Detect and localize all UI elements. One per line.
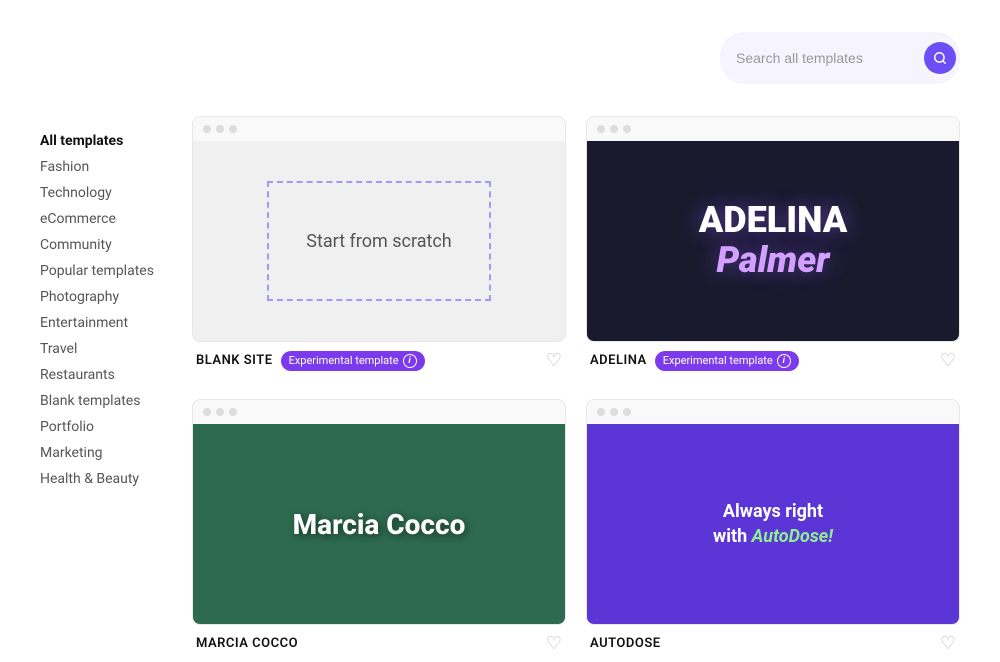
template-name: MARCIA COCCO [196, 636, 298, 651]
template-meta: AUTODOSE ♡ [586, 625, 960, 662]
template-meta-left: MARCIA COCCO [196, 636, 298, 651]
template-meta-left: ADELINA Experimental template i [590, 351, 799, 371]
marcia-preview: Marcia Cocco [193, 424, 565, 624]
template-meta-left: AUTODOSE [590, 636, 661, 651]
experimental-label: Experimental template [289, 354, 399, 367]
search-button[interactable] [924, 42, 956, 74]
template-name: AUTODOSE [590, 636, 661, 651]
sidebar-item-portfolio[interactable]: Portfolio [40, 414, 160, 440]
sidebar-item-blank[interactable]: Blank templates [40, 388, 160, 414]
sidebar-item-photography[interactable]: Photography [40, 284, 160, 310]
experimental-badge: Experimental template i [281, 351, 425, 371]
dot [597, 408, 605, 416]
dot [229, 125, 237, 133]
search-icon [933, 51, 947, 65]
favorite-button[interactable]: ♡ [940, 633, 956, 654]
dot [203, 125, 211, 133]
sidebar-item-ecommerce[interactable]: eCommerce [40, 206, 160, 232]
template-name: BLANK SITE [196, 353, 273, 368]
template-thumbnail-blank[interactable]: Start from scratch [192, 116, 566, 342]
favorite-button[interactable]: ♡ [546, 633, 562, 654]
template-thumbnail-autodose[interactable]: Always rightwith AutoDose! [586, 399, 960, 625]
favorite-button[interactable]: ♡ [546, 350, 562, 371]
template-name: ADELINA [590, 353, 647, 368]
template-card-autodose: Always rightwith AutoDose! AUTODOSE ♡ [586, 399, 960, 662]
dots-row [193, 400, 565, 424]
blank-site-label: Start from scratch [306, 231, 451, 252]
template-thumbnail-adelina[interactable]: ADELINAPalmer [586, 116, 960, 342]
sidebar-item-restaurants[interactable]: Restaurants [40, 362, 160, 388]
sidebar-item-health[interactable]: Health & Beauty [40, 466, 160, 492]
marcia-title: Marcia Cocco [293, 508, 466, 541]
template-thumbnail-marcia[interactable]: Marcia Cocco [192, 399, 566, 625]
dot [597, 125, 605, 133]
dot [216, 125, 224, 133]
dot [610, 408, 618, 416]
templates-grid: Start from scratch BLANK SITE Experiment… [192, 116, 960, 662]
dots-row [193, 117, 565, 141]
blank-site-inner: Start from scratch [267, 181, 490, 301]
template-card-blank-site: Start from scratch BLANK SITE Experiment… [192, 116, 566, 379]
dot [203, 408, 211, 416]
dots-row [587, 400, 959, 424]
adelina-title: ADELINAPalmer [699, 201, 847, 280]
sidebar-item-all[interactable]: All templates [40, 128, 160, 154]
adelina-preview: ADELINAPalmer [587, 141, 959, 341]
blank-site-preview: Start from scratch [193, 141, 565, 341]
dot [216, 408, 224, 416]
template-card-adelina: ADELINAPalmer ADELINA Experimental templ… [586, 116, 960, 379]
sidebar-item-entertainment[interactable]: Entertainment [40, 310, 160, 336]
experimental-badge: Experimental template i [655, 351, 799, 371]
sidebar-item-technology[interactable]: Technology [40, 180, 160, 206]
template-card-marcia: Marcia Cocco MARCIA COCCO ♡ [192, 399, 566, 662]
template-meta: MARCIA COCCO ♡ [192, 625, 566, 662]
search-input[interactable] [736, 50, 916, 66]
dot [623, 408, 631, 416]
sidebar-item-popular[interactable]: Popular templates [40, 258, 160, 284]
info-icon: i [403, 354, 417, 368]
dot [610, 125, 618, 133]
autodose-title: Always rightwith AutoDose! [713, 499, 833, 549]
dot [229, 408, 237, 416]
sidebar-item-community[interactable]: Community [40, 232, 160, 258]
favorite-button[interactable]: ♡ [940, 350, 956, 371]
template-meta: ADELINA Experimental template i ♡ [586, 342, 960, 379]
experimental-label: Experimental template [663, 354, 773, 367]
search-container [720, 32, 960, 84]
template-meta: BLANK SITE Experimental template i ♡ [192, 342, 566, 379]
info-icon: i [777, 354, 791, 368]
sidebar-item-marketing[interactable]: Marketing [40, 440, 160, 466]
autodose-preview: Always rightwith AutoDose! [587, 424, 959, 624]
template-meta-left: BLANK SITE Experimental template i [196, 351, 425, 371]
sidebar: All templatesFashionTechnologyeCommerceC… [40, 116, 160, 662]
sidebar-item-fashion[interactable]: Fashion [40, 154, 160, 180]
dot [623, 125, 631, 133]
dots-row [587, 117, 959, 141]
sidebar-item-travel[interactable]: Travel [40, 336, 160, 362]
